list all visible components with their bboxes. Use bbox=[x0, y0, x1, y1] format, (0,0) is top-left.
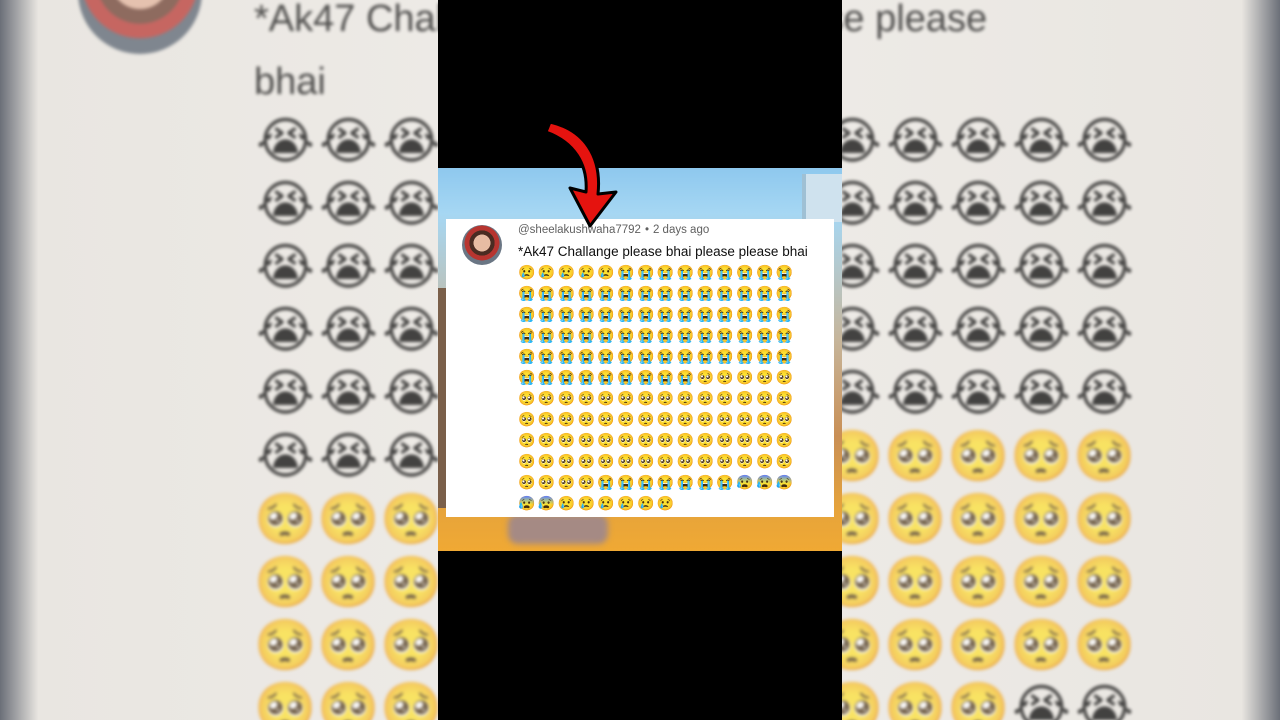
background-emoji: 😭 bbox=[886, 112, 945, 170]
comment-card: @sheelakushwaha7792 • 2 days ago *Ak47 Cha… bbox=[446, 219, 834, 517]
background-emoji: 🥺 bbox=[947, 490, 1010, 548]
background-emoji: 😭 bbox=[1075, 112, 1134, 170]
background-emoji: 🥺 bbox=[1073, 490, 1136, 548]
background-emoji: 🥺 bbox=[947, 427, 1010, 485]
background-emoji: 😭 bbox=[382, 364, 441, 422]
background-emoji: 🥺 bbox=[1073, 427, 1136, 485]
background-emoji: 🥺 bbox=[380, 616, 443, 674]
background-emoji: 🥺 bbox=[254, 679, 317, 720]
background-avatar bbox=[78, 0, 202, 54]
background-emoji: 🥺 bbox=[884, 679, 947, 720]
meta-separator: • bbox=[644, 224, 649, 236]
background-emoji: 😭 bbox=[949, 238, 1008, 296]
background-emoji: 😭 bbox=[1075, 364, 1134, 422]
background-emoji: 😭 bbox=[382, 238, 441, 296]
background-emoji: 😭 bbox=[949, 175, 1008, 233]
background-emoji: 😭 bbox=[1012, 301, 1071, 359]
background-emoji: 😭 bbox=[256, 364, 315, 422]
background-emoji: 😭 bbox=[1075, 175, 1134, 233]
background-emoji: 🥺 bbox=[1010, 490, 1073, 548]
background-emoji: 😭 bbox=[1012, 679, 1071, 720]
background-emoji: 🥺 bbox=[884, 427, 947, 485]
background-emoji: 😭 bbox=[256, 238, 315, 296]
background-emoji: 🥺 bbox=[380, 490, 443, 548]
background-emoji: 😭 bbox=[1012, 112, 1071, 170]
background-emoji: 😭 bbox=[382, 301, 441, 359]
background-emoji: 😭 bbox=[319, 364, 378, 422]
background-emoji: 🥺 bbox=[1073, 553, 1136, 611]
background-emoji: 😭 bbox=[1012, 238, 1071, 296]
background-emoji: 😭 bbox=[886, 301, 945, 359]
timestamp: 2 days ago bbox=[652, 224, 710, 236]
background-emoji: 😭 bbox=[886, 175, 945, 233]
background-emoji: 😭 bbox=[949, 112, 1008, 170]
background-emoji: 😭 bbox=[319, 238, 378, 296]
background-emoji: 😭 bbox=[949, 364, 1008, 422]
background-emoji: 🥺 bbox=[317, 679, 380, 720]
scene-sign bbox=[802, 174, 842, 222]
comment-emojis: 😢😢😢😢😢😭😭😭😭😭😭😭😭😭😭😭😭😭😭😭😭😭😭😭😭😭😭😭😭😭😭😭😭😭😭😭😭😭😭😭… bbox=[518, 264, 796, 511]
background-emoji: 😭 bbox=[256, 112, 315, 170]
background-emoji: 😭 bbox=[1012, 364, 1071, 422]
background-comment-tail: bhai bbox=[254, 61, 326, 103]
background-emoji: 😭 bbox=[319, 112, 378, 170]
background-emoji: 🥺 bbox=[947, 679, 1010, 720]
background-emoji: 😭 bbox=[319, 301, 378, 359]
background-emoji: 🥺 bbox=[380, 679, 443, 720]
background-emoji: 🥺 bbox=[884, 490, 947, 548]
background-emoji: 😭 bbox=[1075, 301, 1134, 359]
background-emoji: 🥺 bbox=[1010, 427, 1073, 485]
background-emoji: 😭 bbox=[1075, 679, 1134, 720]
background-emoji: 😭 bbox=[949, 301, 1008, 359]
background-emoji: 🥺 bbox=[254, 490, 317, 548]
background-emoji: 🥺 bbox=[317, 490, 380, 548]
background-emoji: 🥺 bbox=[884, 553, 947, 611]
red-arrow-icon bbox=[544, 120, 618, 228]
scene-object bbox=[508, 514, 608, 544]
background-emoji: 😭 bbox=[886, 364, 945, 422]
background-emoji: 😭 bbox=[1012, 175, 1071, 233]
background-emoji: 😭 bbox=[319, 427, 378, 485]
background-emoji: 🥺 bbox=[317, 553, 380, 611]
background-emoji: 🥺 bbox=[1010, 616, 1073, 674]
background-emoji: 😭 bbox=[886, 238, 945, 296]
background-emoji: 🥺 bbox=[884, 616, 947, 674]
background-emoji: 😭 bbox=[382, 427, 441, 485]
background-emoji: 🥺 bbox=[1010, 553, 1073, 611]
background-emoji: 🥺 bbox=[947, 553, 1010, 611]
background-emoji: 🥺 bbox=[380, 553, 443, 611]
background-emoji: 😭 bbox=[382, 112, 441, 170]
background-emoji: 🥺 bbox=[317, 616, 380, 674]
background-emoji: 🥺 bbox=[1073, 616, 1136, 674]
background-emoji: 😭 bbox=[256, 175, 315, 233]
background-emoji: 🥺 bbox=[254, 553, 317, 611]
background-emoji: 😭 bbox=[1075, 238, 1134, 296]
background-emoji: 😭 bbox=[382, 175, 441, 233]
background-emoji: 🥺 bbox=[254, 616, 317, 674]
background-emoji: 🥺 bbox=[947, 616, 1010, 674]
background-emoji: 😭 bbox=[256, 301, 315, 359]
background-emoji: 😭 bbox=[319, 175, 378, 233]
avatar[interactable] bbox=[462, 225, 502, 265]
comment-text: *Ak47 Challange please bhai please pleas… bbox=[518, 244, 808, 259]
background-emoji: 😭 bbox=[256, 427, 315, 485]
comment-body: *Ak47 Challange please bhai please pleas… bbox=[518, 242, 810, 514]
